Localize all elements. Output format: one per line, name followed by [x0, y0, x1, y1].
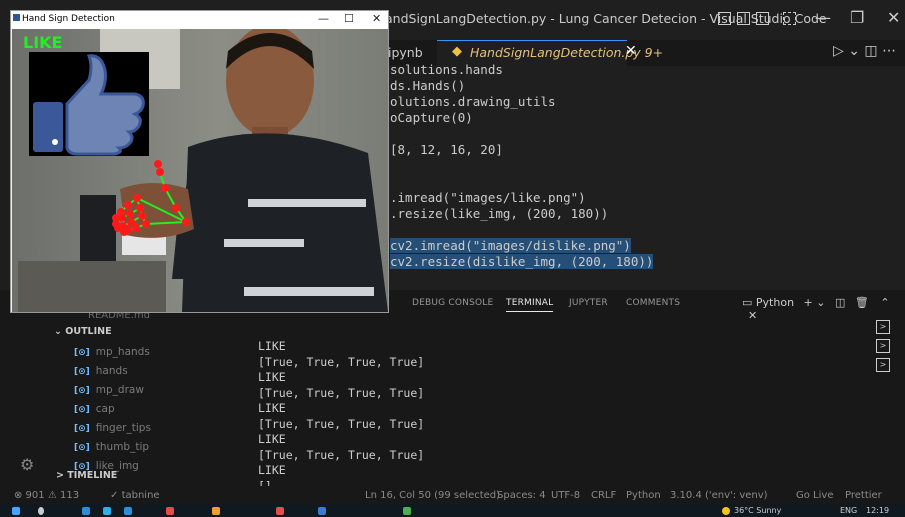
- hand-landmark-point: [136, 204, 144, 212]
- hand-landmark-point: [133, 194, 141, 202]
- hand-landmark-point: [126, 210, 134, 218]
- hand-landmark-point: [142, 220, 150, 228]
- hand-landmark-point: [132, 224, 140, 232]
- landmark-connection: [145, 221, 187, 225]
- hand-landmark-point: [120, 228, 128, 236]
- hand-landmark-point: [161, 184, 169, 192]
- hand-landmark-point: [172, 204, 180, 212]
- hand-landmark-point: [154, 160, 162, 168]
- like-image: [29, 52, 149, 156]
- hand-landmark-point: [156, 168, 164, 176]
- hand-landmark-point: [138, 212, 146, 220]
- thumbs-up-icon: [33, 54, 145, 156]
- hand-landmark-point: [182, 218, 190, 226]
- hand-landmark-point: [124, 201, 132, 209]
- hand-landmark-point: [118, 214, 126, 222]
- detected-gesture-label: LIKE: [23, 33, 63, 52]
